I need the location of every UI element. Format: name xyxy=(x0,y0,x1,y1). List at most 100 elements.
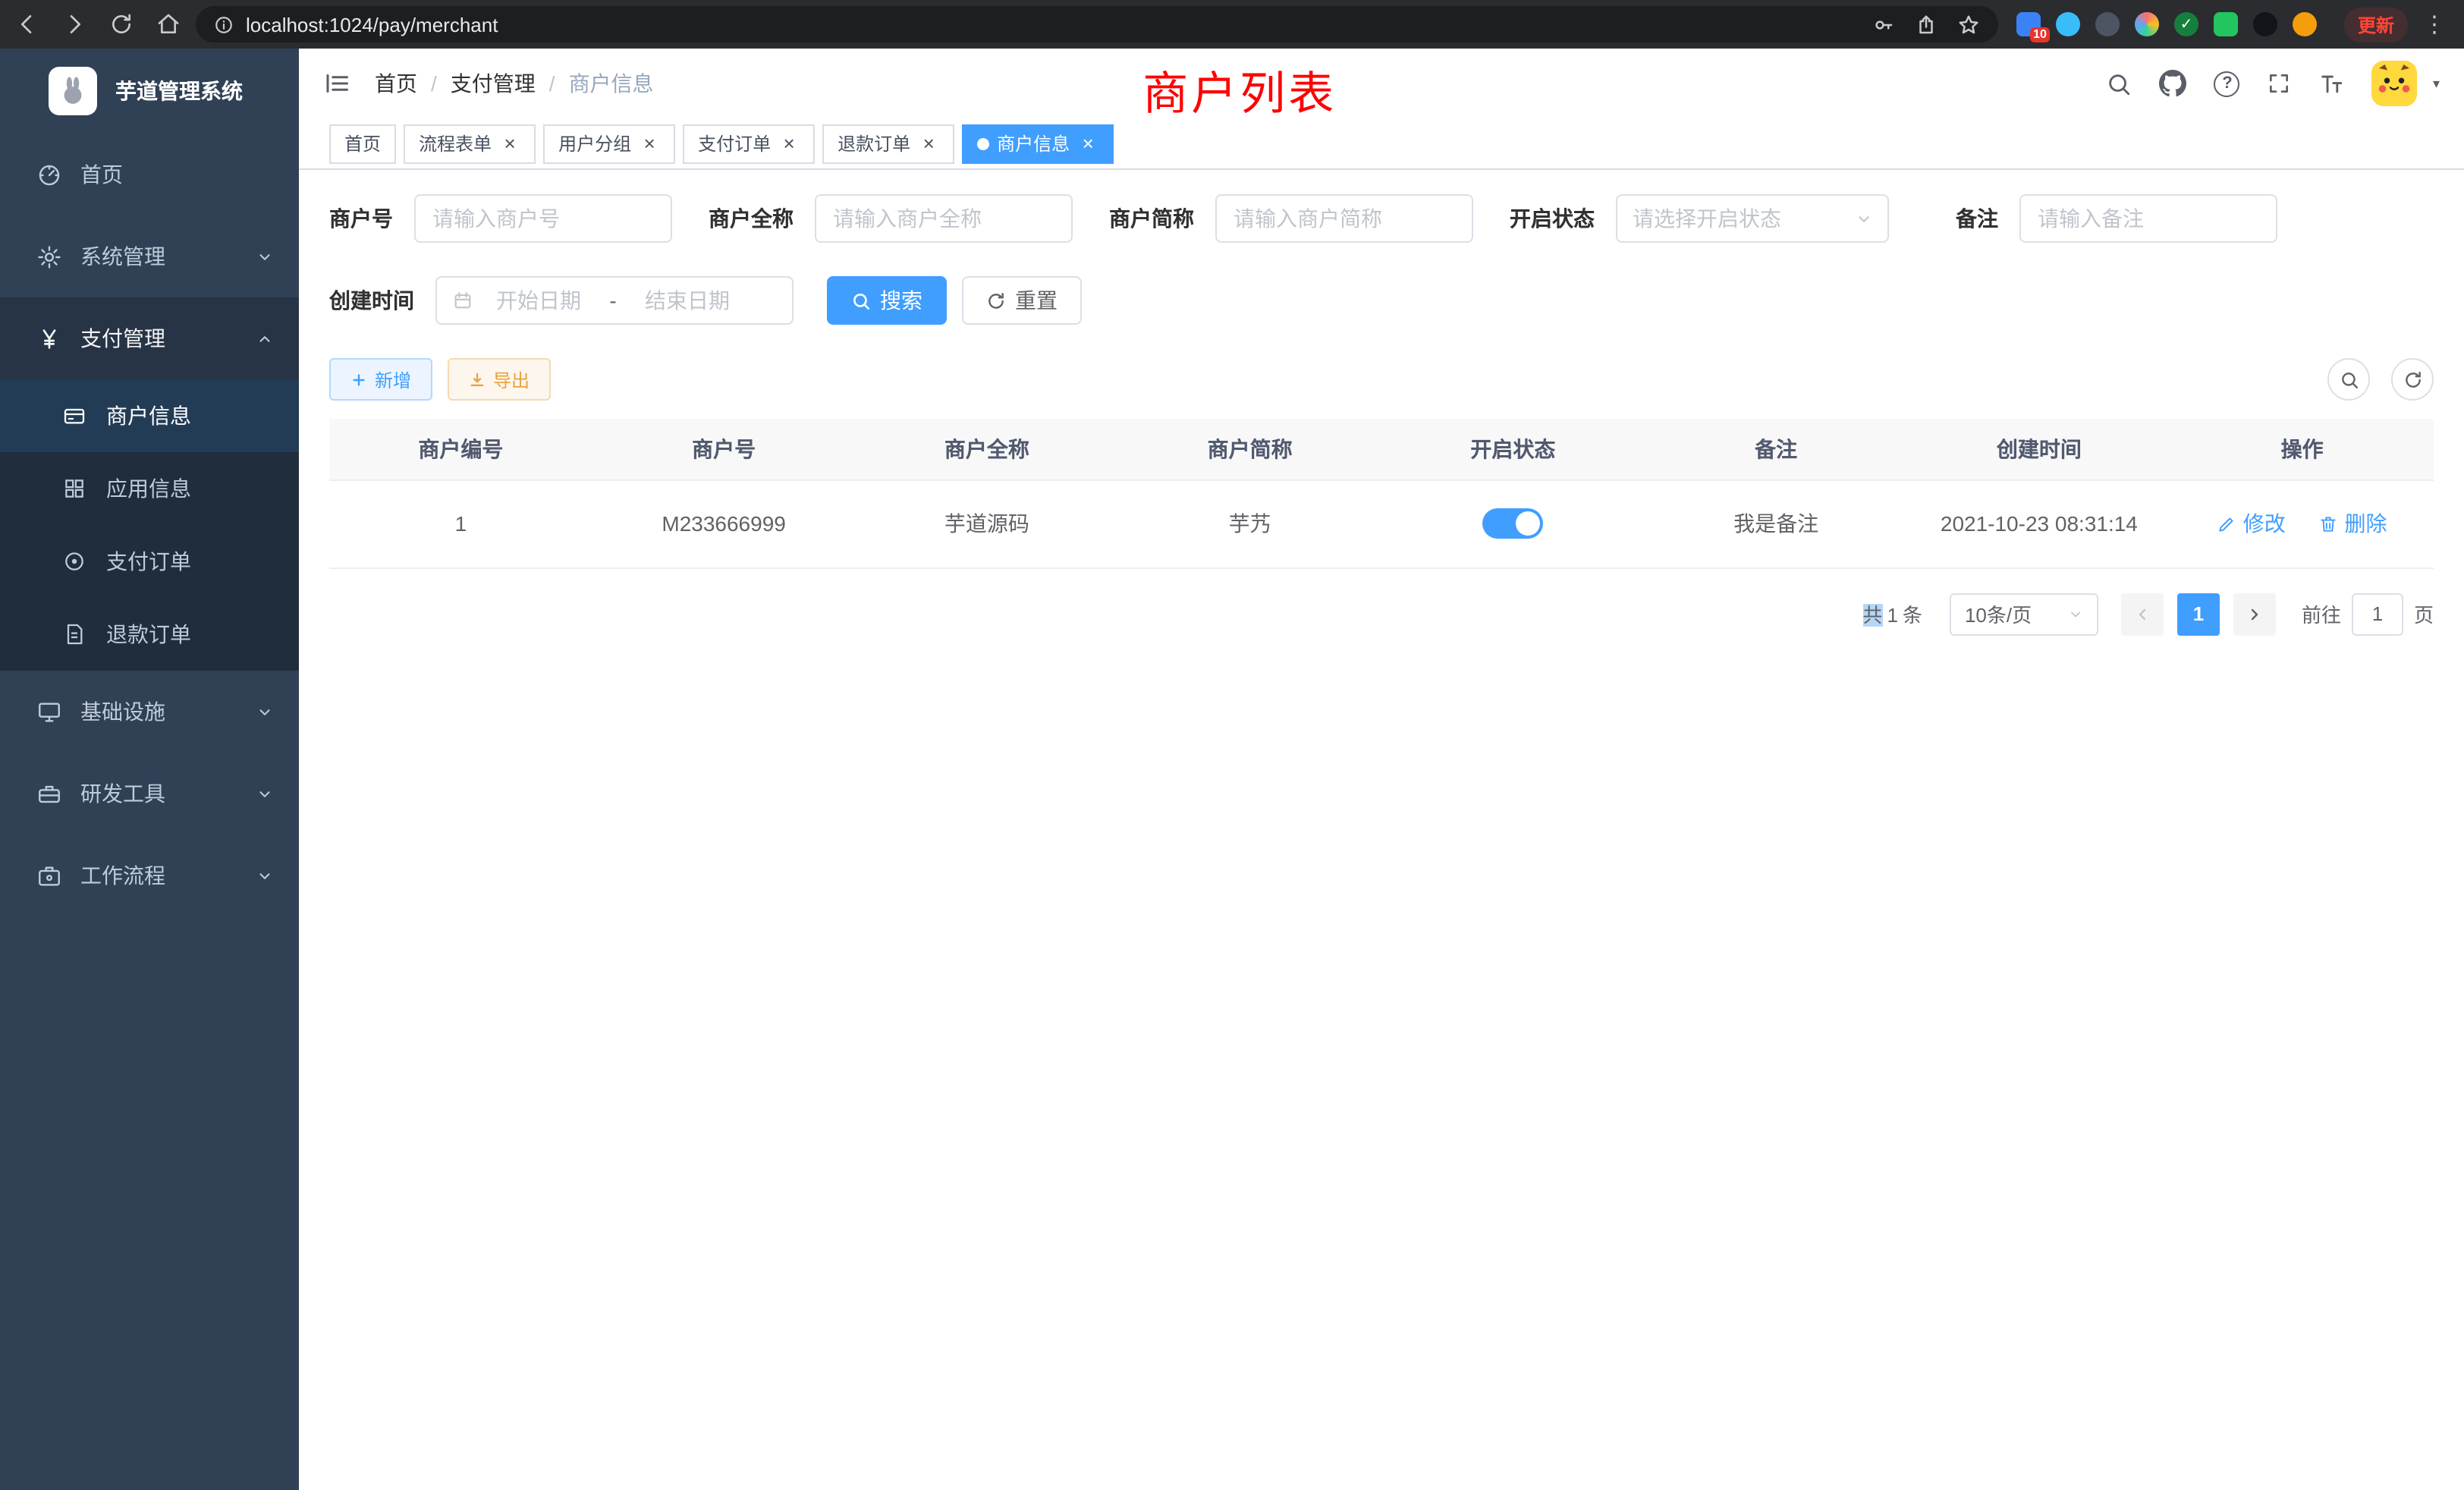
help-icon[interactable]: ? xyxy=(2214,71,2240,96)
sidebar-item-label: 应用信息 xyxy=(106,473,191,504)
start-date-placeholder: 开始日期 xyxy=(482,285,595,316)
avatar-caret-icon[interactable]: ▾ xyxy=(2433,75,2440,92)
table-row: 1 M233666999 芋道源码 芋艿 我是备注 2021-10-23 08:… xyxy=(329,479,2434,567)
search-button[interactable]: 搜索 xyxy=(827,276,947,325)
extension-badge: 10 xyxy=(2030,27,2050,42)
col-status: 开启状态 xyxy=(1381,419,1645,479)
sidebar-item-refund-order[interactable]: 退款订单 xyxy=(0,598,299,671)
extension-icon-4[interactable] xyxy=(2135,12,2159,36)
sidebar-menu: 首页 系统管理 支付管理 商户信息 xyxy=(0,134,299,916)
site-info-icon[interactable] xyxy=(214,14,234,34)
extension-icon-2[interactable] xyxy=(2056,12,2080,36)
sidebar: 芋道管理系统 首页 系统管理 支付管理 xyxy=(0,49,299,1490)
next-page-button[interactable] xyxy=(2233,593,2276,635)
full-name-input[interactable] xyxy=(815,194,1073,243)
prev-page-button[interactable] xyxy=(2121,593,2164,635)
date-range-picker[interactable]: 开始日期 - 结束日期 xyxy=(435,276,794,325)
delete-link[interactable]: 删除 xyxy=(2319,508,2387,539)
goto-page-input[interactable] xyxy=(2352,593,2403,635)
tab-close-icon[interactable]: × xyxy=(1077,133,1098,154)
tab-close-icon[interactable]: × xyxy=(918,133,939,154)
extension-icon-1[interactable]: 10 xyxy=(2016,12,2041,36)
tab-pay-order[interactable]: 支付订单× xyxy=(683,124,815,163)
remark-input[interactable] xyxy=(2019,194,2277,243)
sidebar-item-home[interactable]: 首页 xyxy=(0,134,299,215)
pagination-total: 共1条 xyxy=(1862,599,1927,628)
merchant-no-input[interactable] xyxy=(414,194,672,243)
tab-close-icon[interactable]: × xyxy=(778,133,800,154)
fullscreen-icon[interactable] xyxy=(2268,71,2292,96)
toolbox-icon xyxy=(33,781,64,806)
url-bar[interactable]: localhost:1024/pay/merchant xyxy=(196,6,1998,42)
browser-menu-icon[interactable]: ⋮ xyxy=(2420,11,2449,38)
status-toggle[interactable] xyxy=(1482,508,1543,539)
sidebar-item-payment[interactable]: 支付管理 xyxy=(0,297,299,379)
bookmark-star-icon[interactable] xyxy=(1957,13,1980,36)
edit-link[interactable]: 修改 xyxy=(2217,508,2286,539)
add-button[interactable]: 新增 xyxy=(329,358,432,401)
extension-icon-6[interactable] xyxy=(2214,12,2238,36)
sidebar-item-dev-tools[interactable]: 研发工具 xyxy=(0,753,299,835)
cell-create-time: 2021-10-23 08:31:14 xyxy=(1908,479,2171,567)
sidebar-item-app-info[interactable]: 应用信息 xyxy=(0,452,299,525)
total-count: 1 xyxy=(1887,604,1897,627)
sidebar-item-infrastructure[interactable]: 基础设施 xyxy=(0,671,299,753)
tab-refund-order[interactable]: 退款订单× xyxy=(822,124,954,163)
extension-icon-8[interactable] xyxy=(2293,12,2317,36)
update-chip[interactable]: 更新 xyxy=(2344,7,2408,42)
screen: localhost:1024/pay/merchant 10 ✓ 更新 ⋮ xyxy=(0,0,2464,1490)
page-size-select[interactable]: 10条/页 xyxy=(1950,593,2098,635)
tab-label: 首页 xyxy=(344,130,381,156)
export-button[interactable]: 导出 xyxy=(448,358,551,401)
gear-icon xyxy=(33,244,64,269)
short-name-input[interactable] xyxy=(1215,194,1473,243)
tab-close-icon[interactable]: × xyxy=(639,133,660,154)
back-icon[interactable] xyxy=(15,12,39,36)
forward-icon[interactable] xyxy=(62,12,86,36)
sidebar-item-merchant-info[interactable]: 商户信息 xyxy=(0,379,299,452)
refresh-button[interactable] xyxy=(2391,358,2434,401)
page-number-1[interactable]: 1 xyxy=(2177,593,2220,635)
breadcrumb-home[interactable]: 首页 xyxy=(375,68,417,99)
sidebar-item-workflow[interactable]: 工作流程 xyxy=(0,835,299,916)
filter-short-name: 商户简称 xyxy=(1109,194,1473,243)
reset-button-label: 重置 xyxy=(1015,285,1058,316)
yen-icon xyxy=(33,325,64,351)
tab-close-icon[interactable]: × xyxy=(499,133,520,154)
search-icon[interactable] xyxy=(2107,71,2132,96)
reset-button[interactable]: 重置 xyxy=(962,276,1082,325)
breadcrumb-separator: / xyxy=(549,71,555,96)
sidebar-item-label: 商户信息 xyxy=(106,401,191,431)
extension-icon-5[interactable]: ✓ xyxy=(2174,12,2198,36)
share-icon[interactable] xyxy=(1915,13,1938,36)
col-merchant-no: 商户号 xyxy=(592,419,856,479)
annotation-merchant-list: 商户列表 xyxy=(1142,56,1337,123)
tab-merchant-info[interactable]: 商户信息× xyxy=(962,124,1114,163)
pagination: 共1条 10条/页 1 前往 页 xyxy=(329,593,2434,635)
tab-home[interactable]: 首页 xyxy=(329,124,396,163)
home-icon[interactable] xyxy=(156,12,181,36)
tab-process-form[interactable]: 流程表单× xyxy=(404,124,536,163)
sidebar-toggle-icon[interactable] xyxy=(323,70,350,97)
chevron-down-icon xyxy=(256,785,273,802)
breadcrumb: 首页 / 支付管理 / 商户信息 xyxy=(375,68,654,99)
status-select[interactable]: 请选择开启状态 xyxy=(1616,194,1889,243)
topbar-actions: ? ▾ xyxy=(2107,61,2440,106)
sidebar-item-system[interactable]: 系统管理 xyxy=(0,215,299,297)
sidebar-item-pay-order[interactable]: 支付订单 xyxy=(0,525,299,598)
app-logo[interactable]: 芋道管理系统 xyxy=(0,49,299,134)
user-avatar[interactable] xyxy=(2372,61,2418,106)
password-key-icon[interactable] xyxy=(1872,13,1895,36)
sidebar-item-label: 基础设施 xyxy=(80,696,165,727)
toggle-search-button[interactable] xyxy=(2327,358,2370,401)
filter-label: 创建时间 xyxy=(329,285,414,316)
reload-icon[interactable] xyxy=(109,12,134,36)
browser-nav xyxy=(15,12,181,36)
tab-user-group[interactable]: 用户分组× xyxy=(543,124,675,163)
github-icon[interactable] xyxy=(2160,70,2187,97)
font-size-icon[interactable] xyxy=(2319,71,2345,96)
extension-icon-3[interactable] xyxy=(2095,12,2120,36)
merchant-table: 商户编号 商户号 商户全称 商户简称 开启状态 备注 创建时间 操作 1 xyxy=(329,419,2434,568)
extension-icon-7[interactable] xyxy=(2253,12,2277,36)
breadcrumb-payment[interactable]: 支付管理 xyxy=(451,68,536,99)
